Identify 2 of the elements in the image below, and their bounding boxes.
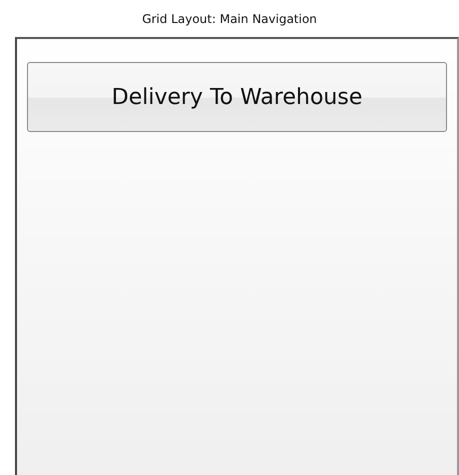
- nav-button[interactable]: Delivery To Warehouse: [27, 62, 447, 132]
- page-title: Grid Layout: Main Navigation: [141, 11, 318, 28]
